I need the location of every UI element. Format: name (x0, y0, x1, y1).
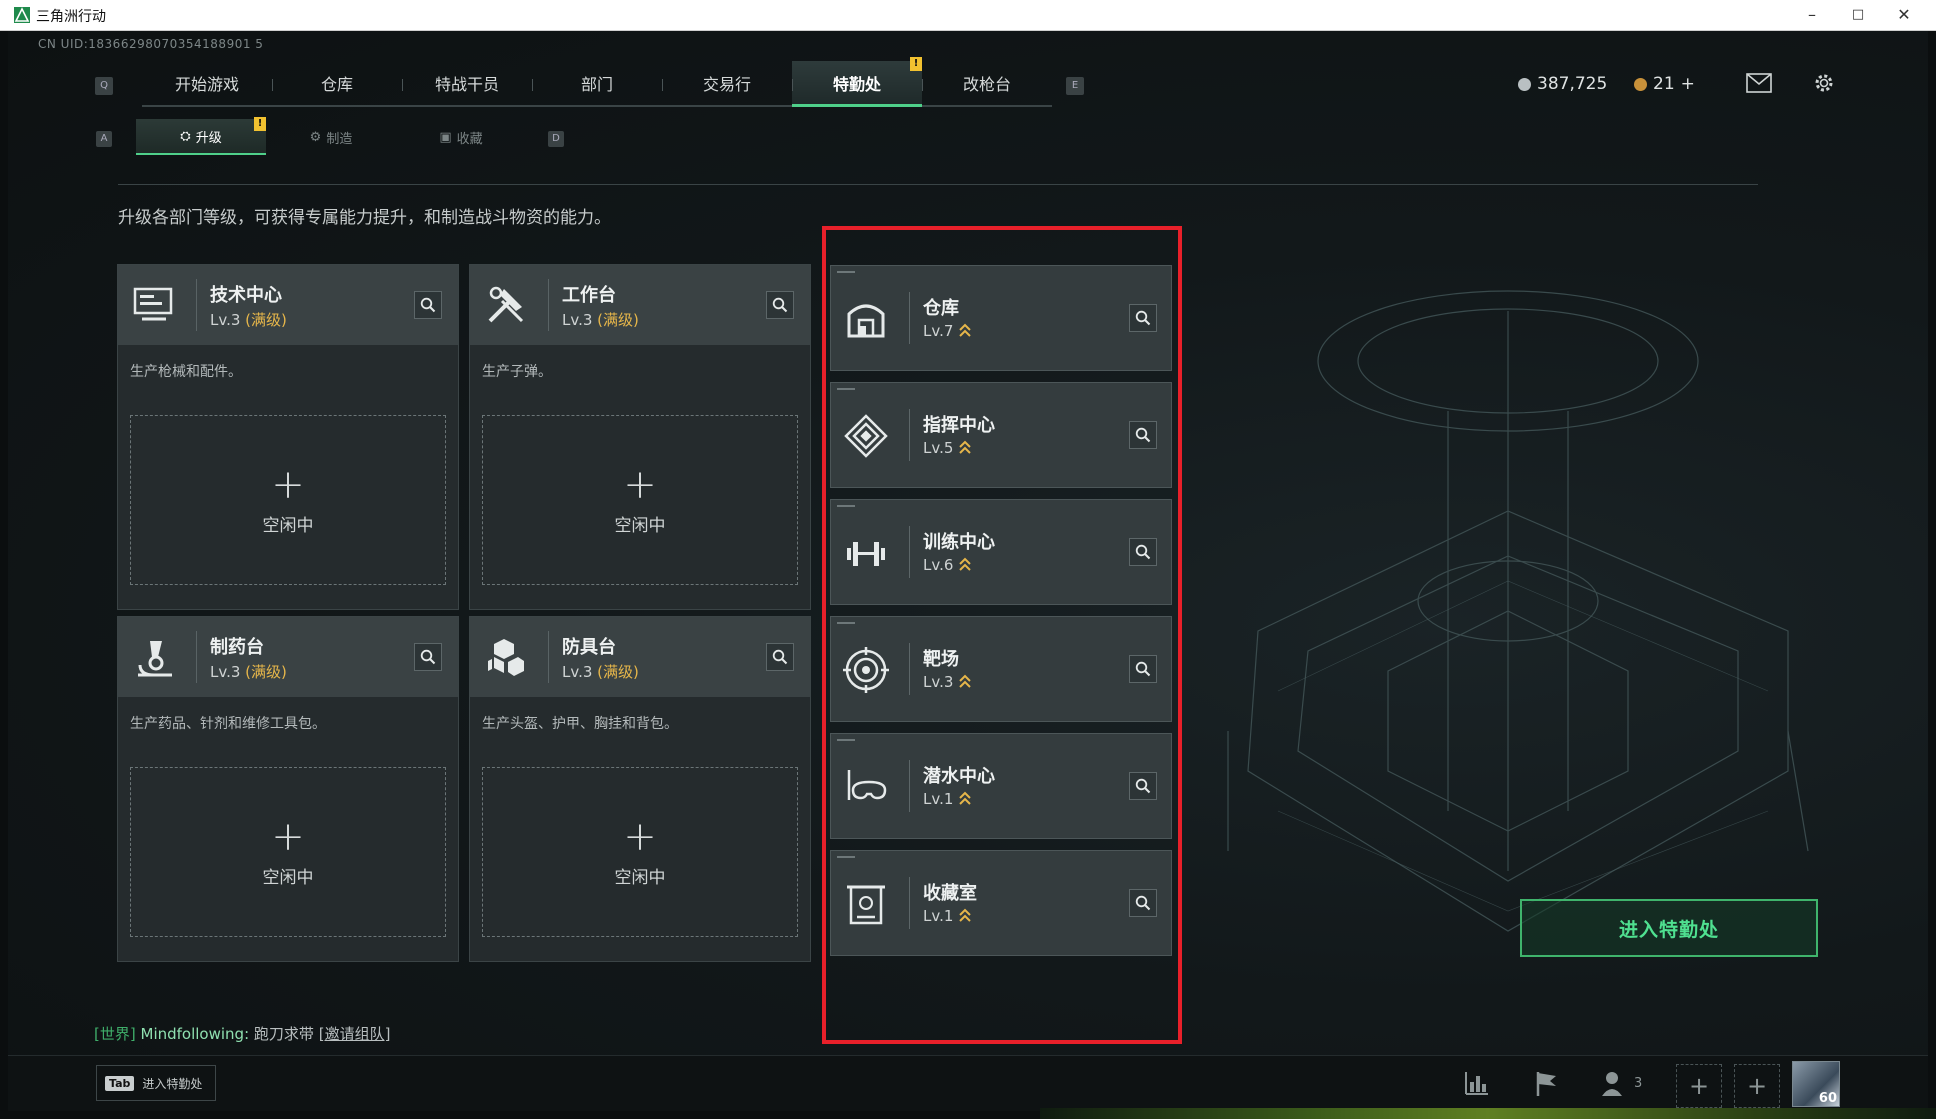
workshop-level: Lv.3 (满级) (562, 311, 639, 329)
tab-operators[interactable]: 特战干员 (402, 61, 532, 107)
workshop-info: 生产药品、针剂和维修工具包。 (130, 716, 326, 732)
tab-shortcut-hint[interactable]: Tab 进入特勤处 (96, 1065, 216, 1101)
subtab-craft[interactable]: ⚙ 制造 (266, 119, 396, 155)
add-icon: + (623, 813, 657, 860)
team-slot-add[interactable]: + (1734, 1064, 1780, 1108)
game-viewport: CN UID:18366298070354188901 5 Q 开始游戏 仓库 … (8, 31, 1928, 1111)
settings-gear-icon[interactable] (1812, 71, 1836, 95)
invite-team-link[interactable]: [邀请组队] (319, 1025, 391, 1043)
craft-icon: ⚙ (309, 129, 322, 145)
silver-currency: 387,725 (1518, 74, 1607, 94)
player-avatar[interactable]: 60 (1792, 1061, 1840, 1107)
tab-start-game[interactable]: 开始游戏 (142, 61, 272, 107)
enter-special-ops-button[interactable]: 进入特勤处 (1520, 899, 1818, 957)
tab-trading[interactable]: 交易行 (662, 61, 792, 107)
background-blueprint (1227, 290, 1809, 932)
chat-user[interactable]: Mindfollowing: (141, 1025, 250, 1043)
maximize-button[interactable]: □ (1836, 3, 1880, 27)
slot-status: 空闲中 (614, 867, 666, 888)
tab-gunsmith[interactable]: 改枪台 (922, 61, 1052, 107)
chat-message: [世界] Mindfollowing: 跑刀求带 [邀请组队] (94, 1023, 390, 1044)
gold-coin-icon (1634, 77, 1647, 91)
computer-icon (133, 287, 173, 321)
subnav-right-key: D (548, 131, 564, 147)
gold-currency[interactable]: 21 + (1634, 74, 1695, 94)
flag-icon[interactable] (1532, 1068, 1562, 1098)
slot-status: 空闲中 (614, 515, 666, 536)
minimize-button[interactable]: – (1790, 3, 1834, 27)
workshop-info: 生产枪械和配件。 (130, 364, 242, 380)
friends-count: 3 (1634, 1076, 1643, 1091)
add-icon: + (623, 461, 657, 508)
workshop-card-workbench: 工作台 Lv.3 (满级) 生产子弹。 + 空闲中 (469, 264, 811, 610)
page-description: 升级各部门等级，可获得专属能力提升，和制造战斗物资的能力。 (118, 208, 611, 228)
workshop-name: 技术中心 (210, 285, 282, 306)
workshop-info: 生产头盔、护甲、胸挂和背包。 (482, 716, 678, 732)
craft-slot-empty[interactable]: + 空闲中 (482, 767, 798, 937)
bottom-bar: Tab 进入特勤处 3 + + 60 (8, 1055, 1928, 1111)
window-titlebar: 三角洲行动 – □ ✕ (0, 0, 1936, 31)
add-icon: + (271, 813, 305, 860)
craft-slot-empty[interactable]: + 空闲中 (130, 767, 446, 937)
tab-warehouse[interactable]: 仓库 (272, 61, 402, 107)
slot-status: 空闲中 (262, 515, 314, 536)
app-logo-icon (14, 7, 30, 23)
workshop-card-pharmacy: 制药台 Lv.3 (满级) 生产药品、针剂和维修工具包。 + 空闲中 (117, 616, 459, 962)
add-currency-icon[interactable]: + (1681, 74, 1695, 94)
notification-badge: ! (254, 117, 266, 131)
main-nav: 开始游戏 仓库 特战干员 部门 交易行 特勤处 ! 改枪台 (142, 57, 1052, 107)
workshop-level: Lv.3 (满级) (210, 663, 287, 681)
close-button[interactable]: ✕ (1882, 3, 1926, 27)
sub-nav: ⛭ 升级 ! ⚙ 制造 ▣ 收藏 (136, 117, 526, 155)
subtab-upgrade[interactable]: ⛭ 升级 ! (136, 117, 266, 155)
nav-right-key: E (1066, 77, 1084, 95)
workshop-card-tech-center: 技术中心 Lv.3 (满级) 生产枪械和配件。 + 空闲中 (117, 264, 459, 610)
tab-special-ops[interactable]: 特勤处 ! (792, 57, 922, 107)
workshop-card-armor: 防具台 Lv.3 (满级) 生产头盔、护甲、胸挂和背包。 + 空闲中 (469, 616, 811, 962)
search-icon[interactable] (766, 291, 794, 319)
workshop-level: Lv.3 (满级) (210, 311, 287, 329)
window-title: 三角洲行动 (36, 9, 106, 25)
workshop-info: 生产子弹。 (482, 364, 552, 380)
friends-icon[interactable] (1600, 1068, 1630, 1098)
subnav-left-key: A (96, 131, 112, 147)
add-icon: + (271, 461, 305, 508)
notification-badge: ! (910, 57, 922, 71)
tab-department[interactable]: 部门 (532, 61, 662, 107)
workshop-name: 制药台 (210, 637, 264, 658)
subtab-collection[interactable]: ▣ 收藏 (396, 119, 526, 155)
collection-icon: ▣ (439, 129, 452, 145)
nav-left-key: Q (95, 77, 113, 95)
chat-text: 跑刀求带 (253, 1025, 314, 1043)
stats-chart-icon[interactable] (1462, 1068, 1492, 1098)
microscope-icon (138, 641, 172, 677)
search-icon[interactable] (766, 643, 794, 671)
workshop-level: Lv.3 (满级) (562, 663, 639, 681)
mail-icon[interactable] (1746, 73, 1772, 93)
craft-slot-empty[interactable]: + 空闲中 (130, 415, 446, 585)
search-icon[interactable] (414, 643, 442, 671)
highlight-box (822, 226, 1182, 1044)
search-icon[interactable] (414, 291, 442, 319)
armor-blocks-icon (488, 639, 524, 676)
workshop-name: 防具台 (562, 637, 616, 658)
upgrade-icon: ⛭ (180, 128, 191, 144)
desktop-background-strip (1040, 1108, 1936, 1119)
tab-key: Tab (105, 1075, 135, 1091)
chat-channel: [世界] (94, 1025, 136, 1043)
craft-slot-empty[interactable]: + 空闲中 (482, 415, 798, 585)
team-slot-add[interactable]: + (1676, 1064, 1722, 1108)
workshop-name: 工作台 (562, 285, 616, 306)
slot-status: 空闲中 (262, 867, 314, 888)
divider (118, 184, 1758, 185)
tools-icon (488, 286, 524, 323)
player-level: 60 (1818, 1091, 1837, 1106)
player-uid: CN UID:18366298070354188901 5 (38, 37, 264, 51)
silver-coin-icon (1518, 77, 1531, 91)
